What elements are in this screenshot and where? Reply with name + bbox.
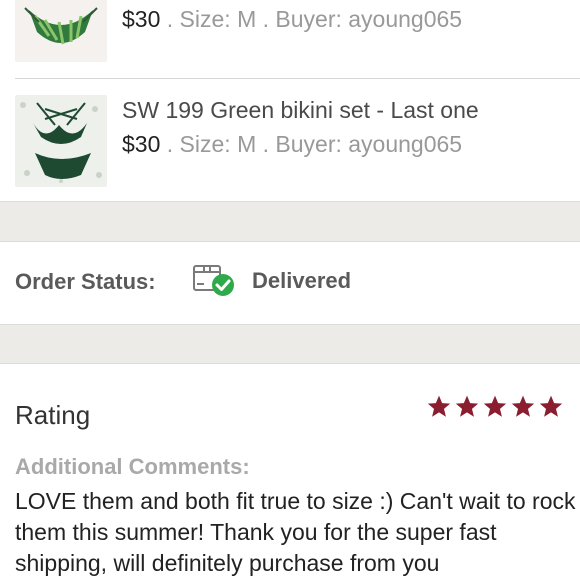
order-item[interactable]: SW 199 Green bikini set - Last one $30 .… — [0, 79, 580, 201]
section-separator — [0, 324, 580, 364]
item-price: $30 — [122, 6, 161, 32]
item-buyer: Buyer: ayoung065 — [275, 6, 463, 32]
item-price: $30 — [122, 131, 161, 157]
green-bikini-image — [15, 95, 107, 187]
palm-print-bikini-image — [15, 0, 107, 62]
item-size: Size: M — [179, 131, 257, 157]
star-icon — [539, 395, 563, 417]
order-status-label: Order Status: — [15, 269, 156, 294]
star-rating — [426, 394, 564, 420]
review-section: Rating Additional Comments: LOVE them an… — [0, 364, 580, 580]
star-icon — [427, 395, 451, 417]
rating-label: Rating — [15, 400, 91, 430]
box-check-icon — [192, 259, 236, 304]
order-status-value: Delivered — [252, 268, 352, 293]
review-comment: LOVE them and both fit true to size :) C… — [15, 488, 576, 576]
additional-comments-label: Additional Comments: — [15, 454, 250, 479]
order-status-row: Order Status: Delivered — [0, 242, 580, 324]
star-icon — [455, 395, 479, 417]
item-meta: $30 . Size: M . Buyer: ayoung065 — [122, 6, 463, 32]
item-title[interactable]: SW 199 Green bikini set - Last one — [122, 97, 479, 124]
star-icon — [511, 395, 535, 417]
item-meta: $30 . Size: M . Buyer: ayoung065 — [122, 131, 463, 157]
section-separator — [0, 201, 580, 242]
item-buyer: Buyer: ayoung065 — [275, 131, 463, 157]
item-size: Size: M — [179, 6, 257, 32]
star-icon — [483, 395, 507, 417]
item-thumbnail[interactable] — [15, 95, 107, 187]
order-item[interactable]: $30 . Size: M . Buyer: ayoung065 — [0, 0, 580, 78]
item-thumbnail[interactable] — [15, 0, 107, 62]
